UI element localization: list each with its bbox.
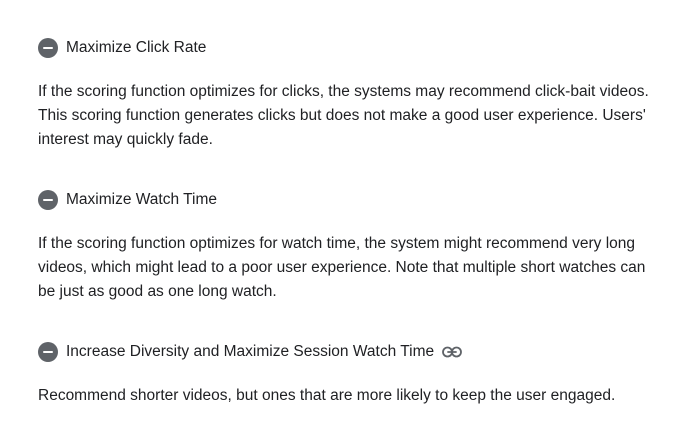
minus-circle-icon[interactable] — [38, 190, 58, 210]
section-heading[interactable]: Increase Diversity and Maximize Session … — [38, 340, 658, 364]
section-body: If the scoring function optimizes for wa… — [38, 235, 646, 300]
section-maximize-click-rate: Maximize Click Rate If the scoring funct… — [38, 36, 658, 152]
minus-circle-icon[interactable] — [38, 342, 58, 362]
minus-circle-icon[interactable] — [38, 38, 58, 58]
section-title: Increase Diversity and Maximize Session … — [66, 343, 435, 360]
section-increase-diversity: Increase Diversity and Maximize Session … — [38, 340, 658, 408]
link-icon[interactable] — [442, 345, 464, 359]
section-title: Maximize Click Rate — [66, 39, 207, 56]
section-maximize-watch-time: Maximize Watch Time If the scoring funct… — [38, 188, 658, 304]
section-title: Maximize Watch Time — [66, 191, 218, 208]
section-heading[interactable]: Maximize Watch Time — [38, 188, 658, 212]
section-heading[interactable]: Maximize Click Rate — [38, 36, 658, 60]
section-body: If the scoring function optimizes for cl… — [38, 83, 649, 148]
section-body: Recommend shorter videos, but ones that … — [38, 387, 616, 404]
expandable-sections: Maximize Click Rate If the scoring funct… — [0, 0, 688, 421]
